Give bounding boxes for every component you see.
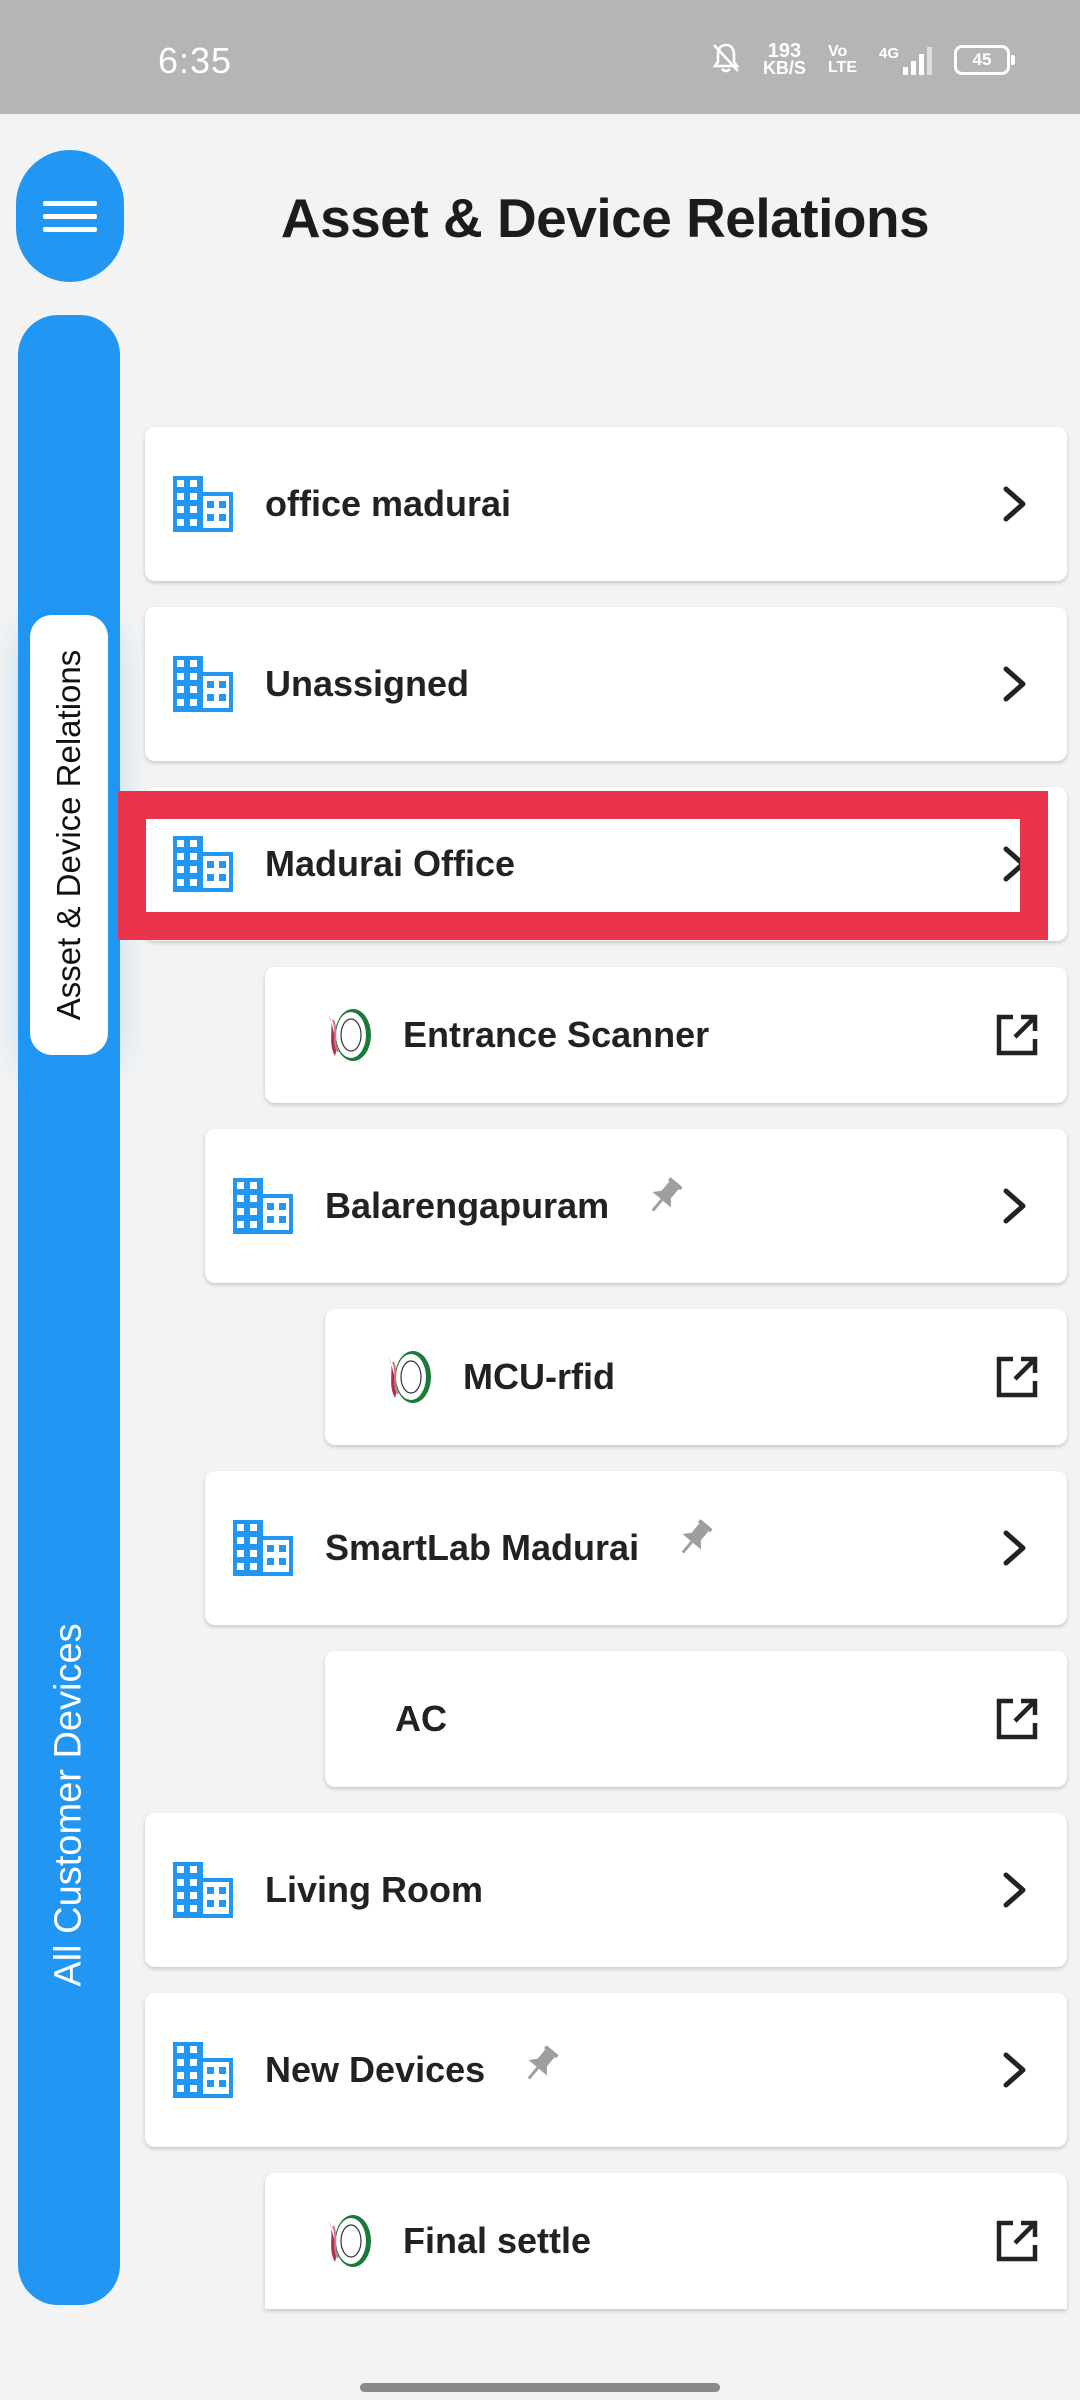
list-item-label: AC <box>395 1698 447 1739</box>
pin-icon[interactable] <box>673 1516 717 1560</box>
external-link-icon[interactable] <box>995 2219 1039 2263</box>
network-speed: 193 KB/S <box>762 41 806 78</box>
external-link-icon[interactable] <box>995 1355 1039 1399</box>
device-logo-icon <box>321 2212 373 2270</box>
chevron-right-icon[interactable] <box>1001 2052 1029 2088</box>
list-item-label: Final settle <box>403 2220 592 2261</box>
hamburger-icon <box>43 193 97 240</box>
list-item-asset[interactable]: Madurai Office <box>145 787 1067 941</box>
list-item-asset[interactable]: SmartLab Madurai <box>205 1471 1067 1625</box>
chevron-right-icon[interactable] <box>1001 1188 1029 1224</box>
menu-button[interactable] <box>16 150 124 282</box>
chevron-right-icon[interactable] <box>1001 1530 1029 1566</box>
cell-signal: 4G <box>879 45 932 75</box>
page-title: Asset & Device Relations <box>280 187 930 249</box>
external-link-icon[interactable] <box>995 1013 1039 1057</box>
chevron-right-icon[interactable] <box>1001 666 1029 702</box>
chevron-right-icon[interactable] <box>1001 486 1029 522</box>
building-icon <box>173 2042 233 2098</box>
list-item-label: Madurai Office <box>265 843 516 884</box>
network-speed-unit: KB/S <box>762 58 806 78</box>
list-item-asset[interactable]: New Devices <box>145 1993 1067 2147</box>
volte-bottom: LTE <box>827 59 857 76</box>
signal-bars-icon <box>903 45 932 75</box>
pin-icon[interactable] <box>643 1174 687 1218</box>
volte-top: Vo <box>827 43 848 60</box>
list-item-label: New Devices <box>265 2049 486 2090</box>
list-item-device[interactable]: MCU-rfid <box>325 1309 1067 1445</box>
device-logo-icon <box>381 1348 433 1406</box>
chevron-right-icon[interactable] <box>1001 846 1029 882</box>
list-item-asset[interactable]: Living Room <box>145 1813 1067 1967</box>
mute-bell-icon <box>711 42 741 79</box>
home-indicator[interactable] <box>360 2383 720 2392</box>
status-bar: 6:35 193 KB/S Vo LTE 4G 45 <box>0 0 1080 114</box>
list-item-label: Living Room <box>265 1869 483 1910</box>
list-item-label: Balarengapuram <box>325 1185 610 1226</box>
list-item-label: office madurai <box>265 483 512 524</box>
list-item-device[interactable]: Entrance Scanner <box>265 967 1067 1103</box>
rail-tab-asset-device-relations[interactable]: Asset & Device Relations <box>30 615 108 1055</box>
device-logo-icon <box>321 1006 373 1064</box>
list-item-device[interactable]: Final settle <box>265 2173 1067 2309</box>
building-icon <box>173 836 233 892</box>
list-item-label: Entrance Scanner <box>403 1014 710 1055</box>
rail-tab-label: All Customer Devices <box>47 1623 90 1987</box>
list-item-label: SmartLab Madurai <box>325 1527 640 1568</box>
list-item-label: Unassigned <box>265 663 470 704</box>
network-type: 4G <box>878 45 899 62</box>
pin-icon[interactable] <box>519 2042 563 2086</box>
chevron-right-icon[interactable] <box>1001 1872 1029 1908</box>
volte-indicator: Vo LTE <box>828 44 857 76</box>
building-icon <box>173 476 233 532</box>
battery-level: 45 <box>972 50 992 69</box>
list-item-asset[interactable]: Balarengapuram <box>205 1129 1067 1283</box>
list-item-device[interactable]: AC <box>325 1651 1067 1787</box>
list-item-label: MCU-rfid <box>463 1356 615 1397</box>
list-item-asset[interactable]: Unassigned <box>145 607 1067 761</box>
battery-icon: 45 <box>954 45 1015 75</box>
building-icon <box>173 1862 233 1918</box>
building-icon <box>173 656 233 712</box>
external-link-icon[interactable] <box>995 1697 1039 1741</box>
building-icon <box>233 1178 293 1234</box>
status-icons: 193 KB/S Vo LTE 4G 45 <box>711 40 1015 80</box>
rail-tab-label: Asset & Device Relations <box>50 649 87 1021</box>
rail-tab-all-customer-devices[interactable]: All Customer Devices <box>30 1570 108 2040</box>
status-time: 6:35 <box>158 40 233 81</box>
list-item-asset[interactable]: office madurai <box>145 427 1067 581</box>
building-icon <box>233 1520 293 1576</box>
